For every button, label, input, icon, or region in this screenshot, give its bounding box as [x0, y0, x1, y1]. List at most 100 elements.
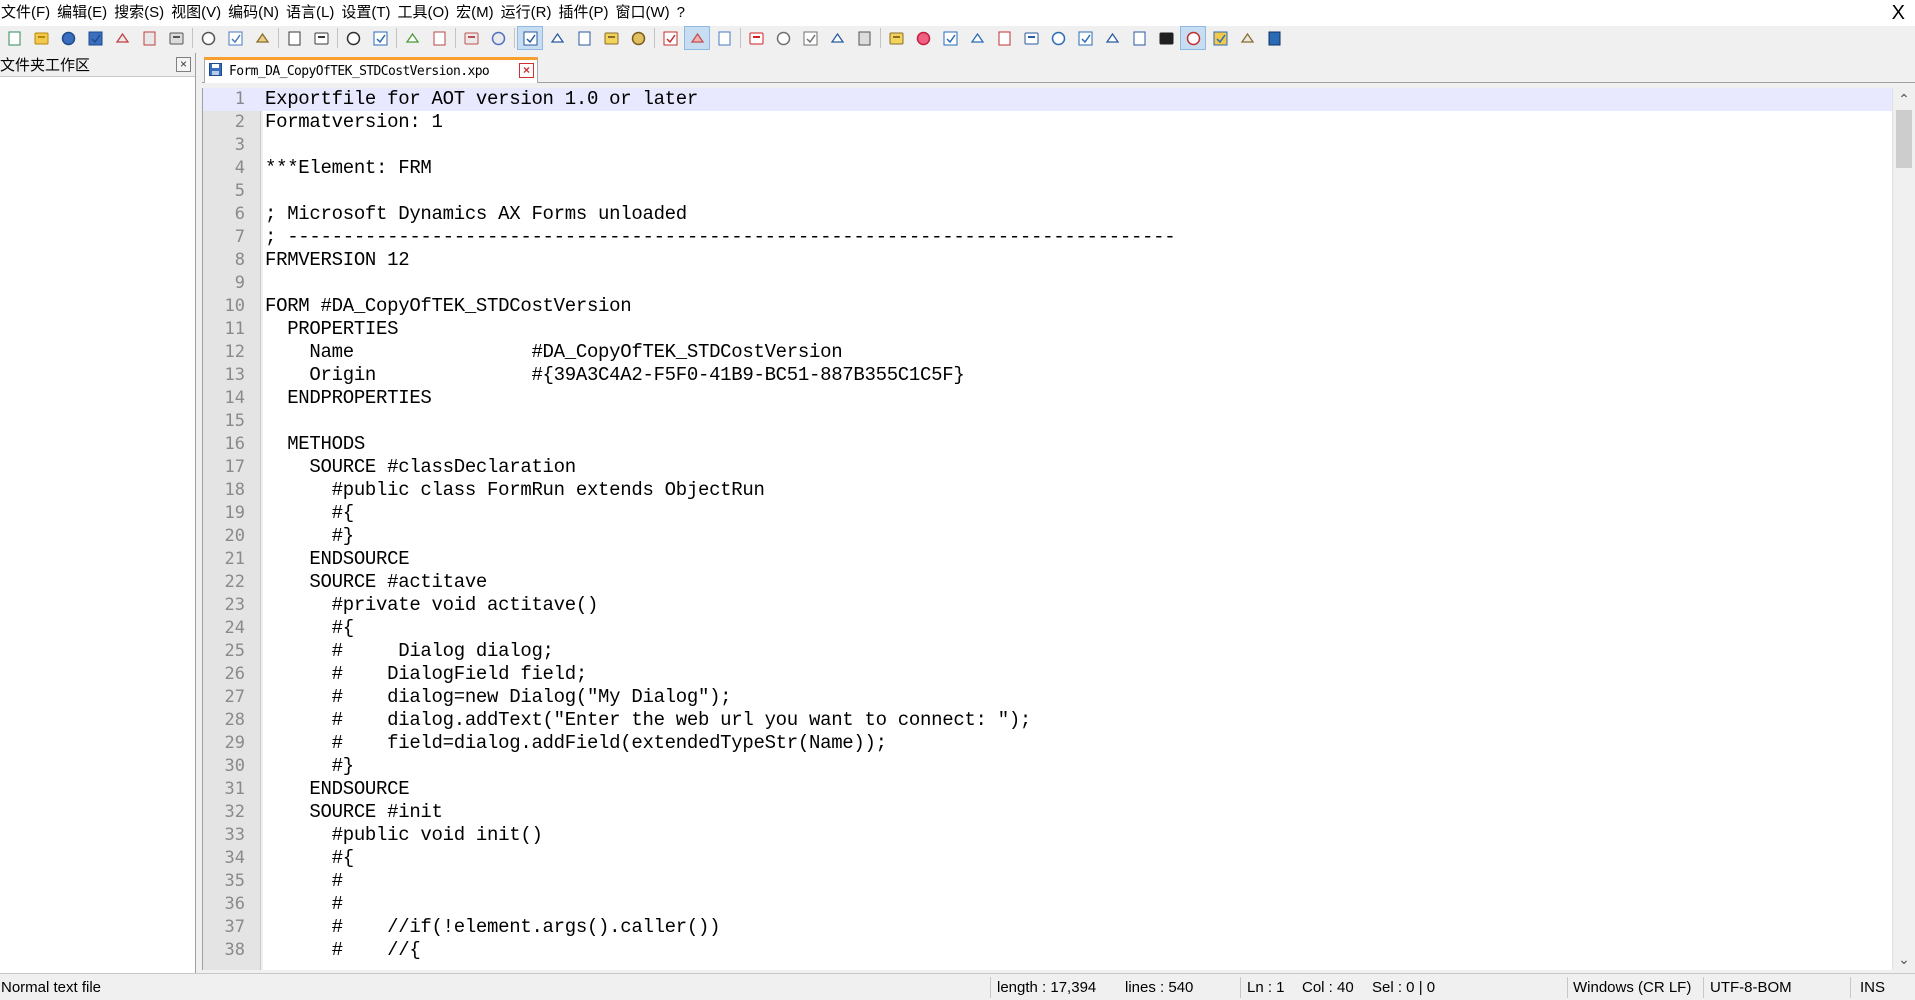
line-text[interactable]: # dialog.addText("Enter the web url you … — [265, 709, 1032, 732]
scrollbar-thumb[interactable] — [1896, 110, 1912, 168]
down-arrow-icon[interactable] — [1073, 27, 1097, 49]
editor-line[interactable]: 15 — [203, 410, 1892, 433]
editor-line[interactable]: 22 SOURCE #actitave — [203, 571, 1892, 594]
line-text[interactable]: # //if(!element.args().caller()) — [265, 916, 721, 939]
editor-line[interactable]: 10 FORM #DA_CopyOfTEK_STDCostVersion — [203, 295, 1892, 318]
first-icon[interactable] — [1127, 27, 1151, 49]
redo-icon[interactable] — [309, 27, 333, 49]
editor-line[interactable]: 13 Origin #{39A3C4A2-F5F0-41B9-BC51-887B… — [203, 364, 1892, 387]
editor-line[interactable]: 33 #public void init() — [203, 824, 1892, 847]
editor-line[interactable]: 36 # — [203, 893, 1892, 916]
editor-line[interactable]: 6 ; Microsoft Dynamics AX Forms unloaded — [203, 203, 1892, 226]
editor-line[interactable]: 9 — [203, 272, 1892, 295]
compare-icon[interactable] — [965, 27, 989, 49]
editor-line[interactable]: 11 PROPERTIES — [203, 318, 1892, 341]
editor-line[interactable]: 28 # dialog.addText("Enter the web url y… — [203, 709, 1892, 732]
zoom-out-icon[interactable] — [427, 27, 451, 49]
line-text[interactable]: #{ — [265, 847, 355, 870]
line-text[interactable]: FORM #DA_CopyOfTEK_STDCostVersion — [265, 295, 632, 318]
comment-icon[interactable] — [884, 27, 908, 49]
line-text[interactable]: Exportfile for AOT version 1.0 or later — [265, 88, 698, 111]
line-text[interactable]: SOURCE #init — [265, 801, 443, 824]
compare-2-icon[interactable] — [992, 27, 1016, 49]
show-all-chars-icon[interactable] — [545, 27, 569, 49]
monitoring-icon[interactable] — [712, 27, 736, 49]
close-icon[interactable] — [110, 27, 134, 49]
line-text[interactable]: #{ — [265, 617, 355, 640]
editor-line[interactable]: 31 ENDSOURCE — [203, 778, 1892, 801]
word-wrap-icon[interactable] — [517, 26, 543, 50]
code-editor[interactable]: 1 Exportfile for AOT version 1.0 or later… — [202, 88, 1892, 970]
sync-vertical-icon[interactable] — [459, 27, 483, 49]
editor-line[interactable]: 16 METHODS — [203, 433, 1892, 456]
editor-line[interactable]: 14 ENDPROPERTIES — [203, 387, 1892, 410]
status-eol-format[interactable]: Windows (CR LF) — [1573, 974, 1691, 1000]
line-text[interactable]: PROPERTIES — [265, 318, 398, 341]
line-text[interactable]: #{ — [265, 502, 355, 525]
editor-line[interactable]: 29 # field=dialog.addField(extendedTypeS… — [203, 732, 1892, 755]
menu-settings[interactable]: 设置(T) — [338, 0, 394, 26]
line-text[interactable]: # //{ — [265, 939, 421, 962]
scroll-down-icon[interactable]: ⌄ — [1893, 948, 1915, 970]
editor-line[interactable]: 17 SOURCE #classDeclaration — [203, 456, 1892, 479]
function-list-icon[interactable] — [658, 27, 682, 49]
menu-run[interactable]: 运行(R) — [498, 0, 556, 26]
run-macro-multiple-icon[interactable] — [825, 27, 849, 49]
editor-line[interactable]: 35 # — [203, 870, 1892, 893]
menu-plugins[interactable]: 插件(P) — [555, 0, 612, 26]
scroll-up-icon[interactable]: ⌃ — [1893, 88, 1915, 110]
editor-line[interactable]: 3 — [203, 134, 1892, 157]
sync-horizontal-icon[interactable] — [486, 27, 510, 49]
line-text[interactable]: # DialogField field; — [265, 663, 588, 686]
line-text[interactable]: METHODS — [265, 433, 365, 456]
editor-line[interactable]: 32 SOURCE #init — [203, 801, 1892, 824]
editor-line[interactable]: 7 ; -------------------------------------… — [203, 226, 1892, 249]
line-text[interactable]: #private void actitave() — [265, 594, 599, 617]
line-text[interactable]: ENDSOURCE — [265, 548, 409, 571]
editor-line[interactable]: 23 #private void actitave() — [203, 594, 1892, 617]
favorite-icon[interactable] — [911, 27, 935, 49]
zoom-in-icon[interactable] — [400, 27, 424, 49]
explorer-icon[interactable] — [1208, 27, 1232, 49]
editor-line[interactable]: 12 Name #DA_CopyOfTEK_STDCostVersion — [203, 341, 1892, 364]
copy-icon[interactable] — [223, 27, 247, 49]
editor-line[interactable]: 37 # //if(!element.args().caller()) — [203, 916, 1892, 939]
editor-line[interactable]: 18 #public class FormRun extends ObjectR… — [203, 479, 1892, 502]
close-all-icon[interactable] — [137, 27, 161, 49]
insert-icon[interactable] — [938, 27, 962, 49]
new-file-icon[interactable] — [2, 27, 26, 49]
line-text[interactable]: #} — [265, 525, 355, 548]
editor-line[interactable]: 30 #} — [203, 755, 1892, 778]
globe-icon[interactable] — [1262, 27, 1286, 49]
line-text[interactable]: #public void init() — [265, 824, 543, 847]
line-text[interactable]: Name #DA_CopyOfTEK_STDCostVersion — [265, 341, 842, 364]
editor-line[interactable]: 34 #{ — [203, 847, 1892, 870]
play-macro-icon[interactable] — [798, 27, 822, 49]
menu-language[interactable]: 语言(L) — [283, 0, 338, 26]
menu-macro[interactable]: 宏(M) — [453, 0, 498, 26]
console-icon[interactable] — [1154, 27, 1178, 49]
editor-line[interactable]: 25 # Dialog dialog; — [203, 640, 1892, 663]
menu-view[interactable]: 视图(V) — [168, 0, 225, 26]
status-encoding[interactable]: UTF-8-BOM — [1710, 974, 1792, 1000]
editor-line[interactable]: 21 ENDSOURCE — [203, 548, 1892, 571]
up-arrow-icon[interactable] — [1046, 27, 1070, 49]
save-icon[interactable] — [56, 27, 80, 49]
line-text[interactable]: # Dialog dialog; — [265, 640, 554, 663]
stop-macro-icon[interactable] — [771, 27, 795, 49]
spell-check-icon[interactable] — [1180, 26, 1206, 50]
line-text[interactable]: ENDPROPERTIES — [265, 387, 432, 410]
open-file-icon[interactable] — [29, 27, 53, 49]
editor-line[interactable]: 1 Exportfile for AOT version 1.0 or later — [203, 88, 1892, 111]
line-text[interactable]: #} — [265, 755, 355, 778]
indent-guide-icon[interactable] — [572, 27, 596, 49]
folder-workspace-close-button[interactable]: × — [176, 57, 191, 72]
line-text[interactable]: # — [265, 893, 343, 916]
clear-icon[interactable] — [1019, 27, 1043, 49]
editor-line[interactable]: 27 # dialog=new Dialog("My Dialog"); — [203, 686, 1892, 709]
editor-line[interactable]: 24 #{ — [203, 617, 1892, 640]
editor-line[interactable]: 8 FRMVERSION 12 — [203, 249, 1892, 272]
menu-file[interactable]: 文件(F) — [0, 0, 54, 26]
menu-edit[interactable]: 编辑(E) — [54, 0, 111, 26]
line-text[interactable]: FRMVERSION 12 — [265, 249, 410, 272]
